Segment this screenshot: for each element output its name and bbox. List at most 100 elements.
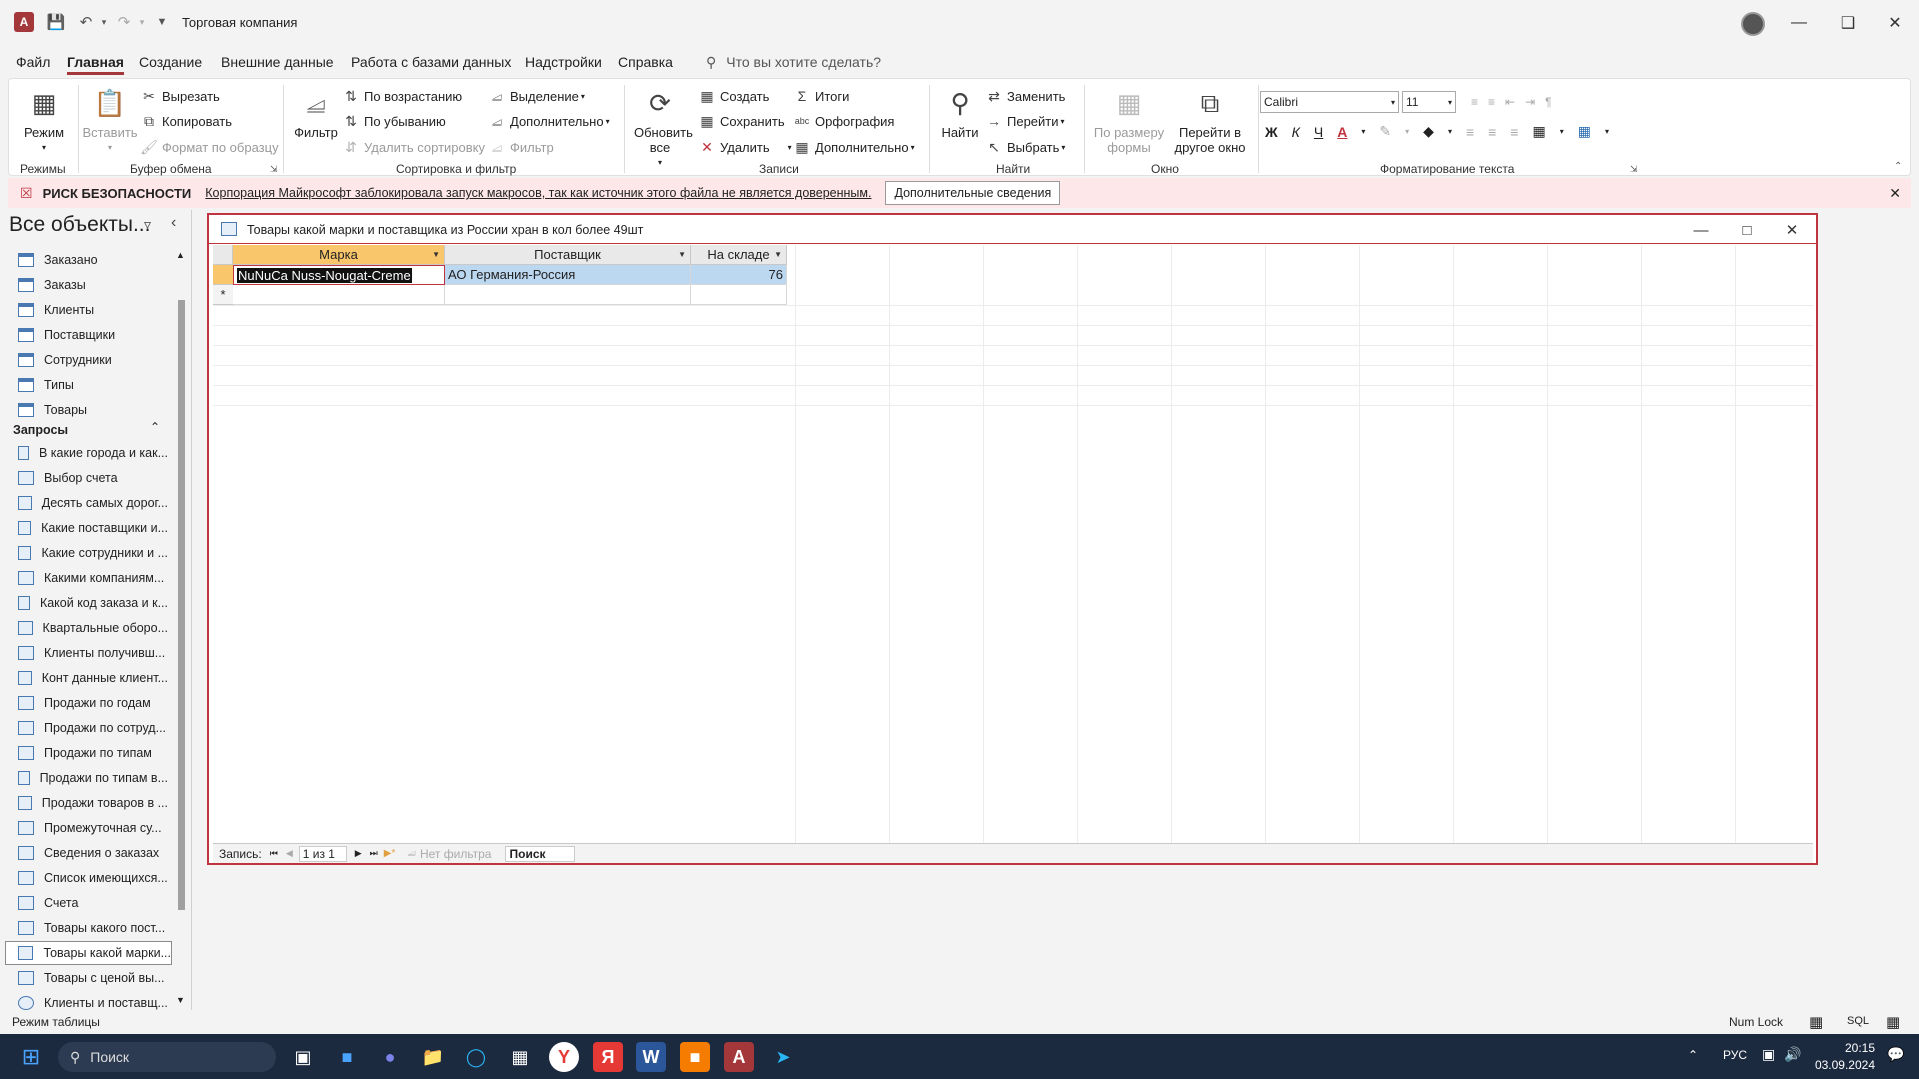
- last-record-icon[interactable]: ⏭: [370, 848, 378, 859]
- user-avatar[interactable]: [1741, 12, 1765, 36]
- nav-table-item[interactable]: Товары: [18, 399, 168, 421]
- nav-query-item[interactable]: Продажи по годам: [18, 692, 168, 714]
- menu-create[interactable]: Создание: [139, 54, 202, 70]
- nav-query-item[interactable]: Продажи по типам в...: [18, 767, 168, 789]
- more-info-button[interactable]: Дополнительные сведения: [885, 181, 1061, 205]
- nav-table-item[interactable]: Клиенты: [18, 299, 168, 321]
- gridlines-icon[interactable]: ▦: [1578, 123, 1591, 140]
- select-button[interactable]: ↖ Выбрать ▾: [985, 137, 1065, 157]
- paste-button[interactable]: 📋 Вставить ▾: [82, 85, 137, 155]
- save-record-button[interactable]: ▦ Сохранить: [698, 111, 784, 131]
- nav-query-item[interactable]: Товары какого пост...: [18, 917, 168, 939]
- cut-button[interactable]: ✂ Вырезать: [140, 86, 220, 106]
- volume-icon[interactable]: 🔊: [1784, 1046, 1801, 1063]
- collapse-section-icon[interactable]: ⌃: [150, 420, 160, 434]
- telegram-icon[interactable]: ➤: [768, 1042, 798, 1072]
- align-center-icon[interactable]: ≡: [1488, 124, 1496, 140]
- nav-query-item[interactable]: Продажи по типам: [18, 742, 168, 764]
- column-header-in-stock[interactable]: На складе ▼: [691, 245, 787, 265]
- customize-toolbar-icon[interactable]: ▼: [152, 12, 172, 32]
- nav-query-item[interactable]: Какой код заказа и к...: [18, 592, 168, 614]
- numbering-icon[interactable]: ≡: [1488, 95, 1495, 109]
- nav-filter-icon[interactable]: ▿: [144, 216, 151, 233]
- menu-addins[interactable]: Надстройки: [525, 54, 602, 70]
- task-view-icon[interactable]: ▣: [288, 1042, 318, 1072]
- collapse-ribbon-icon[interactable]: ⌃: [1894, 161, 1902, 172]
- menu-file[interactable]: Файл: [16, 54, 50, 70]
- nav-table-item[interactable]: Сотрудники: [18, 349, 168, 371]
- paragraph-icon[interactable]: ¶: [1545, 95, 1551, 109]
- column-dropdown-icon[interactable]: ▼: [678, 250, 686, 259]
- scroll-down-icon[interactable]: ▼: [176, 995, 185, 1005]
- prev-record-icon[interactable]: ◀: [286, 848, 293, 859]
- security-message[interactable]: Корпорация Майкрософт заблокировала запу…: [205, 186, 871, 200]
- tray-overflow-icon[interactable]: ⌃: [1688, 1048, 1698, 1062]
- taskbar-search[interactable]: ⚲ Поиск: [58, 1042, 276, 1072]
- align-left-icon[interactable]: ≡: [1466, 124, 1474, 140]
- dialog-launcher-icon[interactable]: ⇲: [1630, 164, 1638, 175]
- filter-status[interactable]: Нет фильтра: [420, 847, 492, 861]
- scroll-up-icon[interactable]: ▲: [176, 250, 185, 260]
- nav-table-item[interactable]: Заказы: [18, 274, 168, 296]
- new-record-nav-icon[interactable]: ▶*: [384, 848, 396, 859]
- edge-icon[interactable]: ◯: [461, 1042, 491, 1072]
- access-icon[interactable]: A: [724, 1042, 754, 1072]
- new-row-cell[interactable]: [445, 285, 691, 305]
- totals-button[interactable]: Σ Итоги: [793, 86, 850, 106]
- select-all-corner[interactable]: [213, 245, 233, 265]
- align-right-icon[interactable]: ≡: [1510, 124, 1518, 140]
- increase-indent-icon[interactable]: ⇥: [1525, 95, 1535, 109]
- doc-minimize-icon[interactable]: —: [1681, 219, 1721, 241]
- yandex-icon[interactable]: Я: [593, 1042, 623, 1072]
- nav-query-item[interactable]: Счета: [18, 892, 168, 914]
- nav-query-item[interactable]: Продажи по сотруд...: [18, 717, 168, 739]
- close-security-bar-icon[interactable]: ✕: [1889, 185, 1901, 202]
- toggle-filter-button[interactable]: ⧡ Фильтр: [488, 137, 554, 157]
- collapse-nav-icon[interactable]: ‹: [171, 214, 176, 232]
- bold-button[interactable]: Ж: [1265, 124, 1278, 140]
- first-record-icon[interactable]: ⏮: [270, 848, 278, 859]
- nav-table-item[interactable]: Поставщики: [18, 324, 168, 346]
- nav-query-item[interactable]: Список имеющихся...: [18, 867, 168, 889]
- mode-button[interactable]: ▦ Режим ▾: [21, 85, 67, 155]
- windows-start-icon[interactable]: ⊞: [16, 1042, 46, 1072]
- minimize-icon[interactable]: —: [1776, 8, 1822, 38]
- advanced-filter-button[interactable]: ⧡ Дополнительно ▾: [488, 111, 610, 131]
- file-explorer-icon[interactable]: 📁: [418, 1042, 448, 1072]
- nav-query-item[interactable]: Квартальные оборо...: [18, 617, 168, 639]
- row-selector[interactable]: [213, 265, 233, 285]
- nav-table-item[interactable]: Типы: [18, 374, 168, 396]
- language-indicator[interactable]: РУС: [1723, 1048, 1747, 1062]
- redo-dropdown-icon[interactable]: ▾: [132, 12, 152, 32]
- notifications-icon[interactable]: 💬: [1887, 1046, 1904, 1063]
- nav-query-item[interactable]: Какие сотрудники и ...: [18, 542, 168, 564]
- font-size-select[interactable]: 11 ▾: [1402, 91, 1456, 113]
- record-search-input[interactable]: Поиск: [505, 845, 576, 862]
- menu-home[interactable]: Главная: [67, 54, 124, 75]
- nav-table-item[interactable]: Заказано: [18, 249, 168, 271]
- menu-help[interactable]: Справка: [618, 54, 673, 70]
- redo-icon[interactable]: ↷: [114, 12, 134, 32]
- sort-ascending-button[interactable]: ⇅ По возрастанию: [342, 86, 462, 106]
- record-position-input[interactable]: 1 из 1: [298, 845, 347, 862]
- filter-button[interactable]: ⧡ Фильтр: [292, 85, 340, 141]
- highlight-icon[interactable]: ✎: [1379, 123, 1391, 140]
- nav-query-item[interactable]: Конт данные клиент...: [18, 667, 168, 689]
- switch-windows-button[interactable]: ⧉ Перейти в другое окно: [1169, 85, 1251, 156]
- font-color-icon[interactable]: A: [1337, 124, 1347, 140]
- sort-descending-button[interactable]: ⇅ По убыванию: [342, 111, 446, 131]
- refresh-all-button[interactable]: ⟳ Обновить все ▾: [633, 85, 693, 170]
- size-to-fit-button[interactable]: ▦ По размеру формы: [1091, 85, 1167, 156]
- maximize-icon[interactable]: ❑: [1825, 8, 1871, 38]
- spelling-button[interactable]: abc Орфография: [793, 111, 895, 131]
- undo-dropdown-icon[interactable]: ▾: [94, 12, 114, 32]
- clock-date[interactable]: 03.09.2024: [1805, 1058, 1875, 1072]
- nav-query-item[interactable]: Какими компаниям...: [18, 567, 168, 589]
- clock-time[interactable]: 20:15: [1815, 1041, 1875, 1055]
- cell-brand[interactable]: NuNuCa Nuss-Nougat-Creme: [237, 267, 412, 283]
- design-view-icon[interactable]: ▦: [1886, 1013, 1900, 1031]
- doc-maximize-icon[interactable]: □: [1727, 219, 1767, 241]
- format-painter-button[interactable]: 🖌 Формат по образцу: [140, 137, 278, 157]
- delete-record-button[interactable]: ✕ Удалить ▾: [698, 137, 792, 157]
- nav-query-item[interactable]: Продажи товаров в ...: [18, 792, 168, 814]
